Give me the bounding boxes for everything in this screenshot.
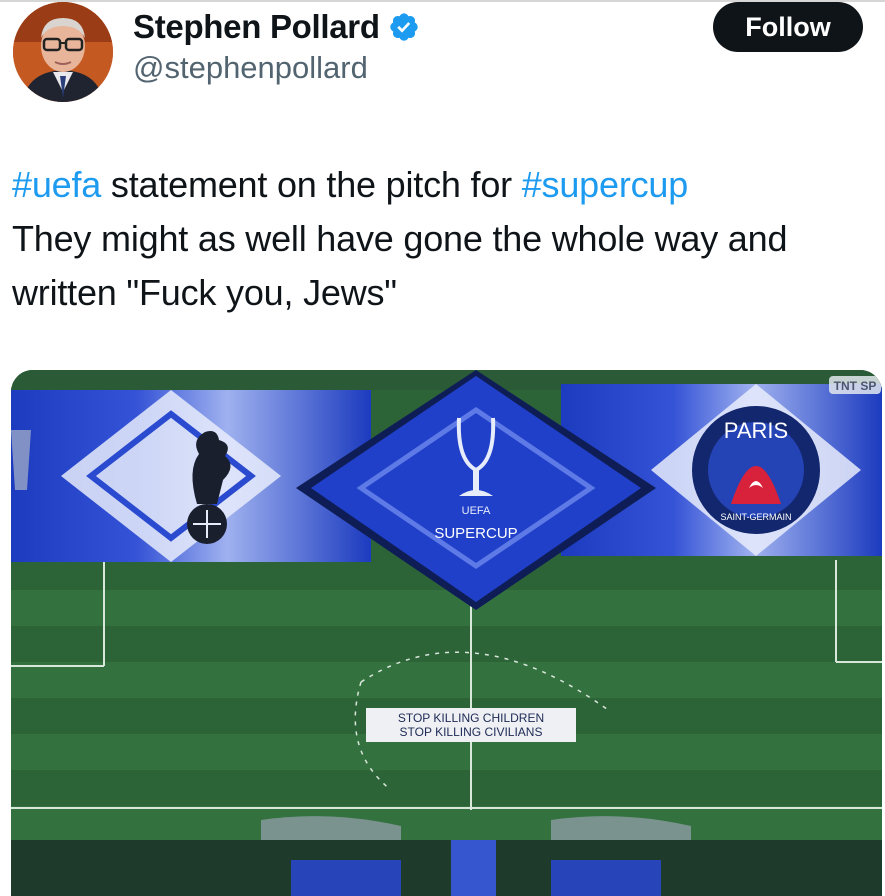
author-name-row: Stephen Pollard	[133, 6, 420, 48]
follow-button[interactable]: Follow	[713, 2, 863, 52]
avatar[interactable]	[13, 2, 113, 102]
hashtag-uefa[interactable]: #uefa	[12, 164, 101, 205]
stadium-photo: PARIS SAINT-GERMAIN UEFA SUPERCUP TNT SP…	[11, 370, 882, 896]
tweet-line-1: #uefa statement on the pitch for #superc…	[12, 158, 877, 212]
tweet-text: #uefa statement on the pitch for #superc…	[12, 158, 877, 320]
pitch-banner-line-1: STOP KILLING CHILDREN	[398, 711, 544, 725]
verified-badge-icon	[390, 13, 418, 41]
tweet-text-segment: statement on the pitch for	[101, 164, 522, 205]
tweet-line-3: written "Fuck you, Jews"	[12, 272, 397, 313]
author-handle[interactable]: @stephenpollard	[133, 50, 368, 86]
pitch-banner-line-2: STOP KILLING CIVILIANS	[400, 725, 543, 739]
right-crest-top-text: PARIS	[724, 418, 788, 443]
right-crest-bottom-text: SAINT-GERMAIN	[720, 512, 791, 522]
hashtag-supercup[interactable]: #supercup	[522, 164, 689, 205]
tweet-line-2: They might as well have gone the whole w…	[12, 218, 788, 259]
author-name[interactable]: Stephen Pollard	[133, 8, 380, 46]
center-banner-top-text: UEFA	[462, 505, 491, 517]
center-banner-bottom-text: SUPERCUP	[434, 525, 517, 542]
broadcaster-bug: TNT SP	[834, 379, 877, 393]
tweet-media-image[interactable]: PARIS SAINT-GERMAIN UEFA SUPERCUP TNT SP…	[11, 370, 882, 896]
profile-photo-icon	[13, 2, 113, 102]
